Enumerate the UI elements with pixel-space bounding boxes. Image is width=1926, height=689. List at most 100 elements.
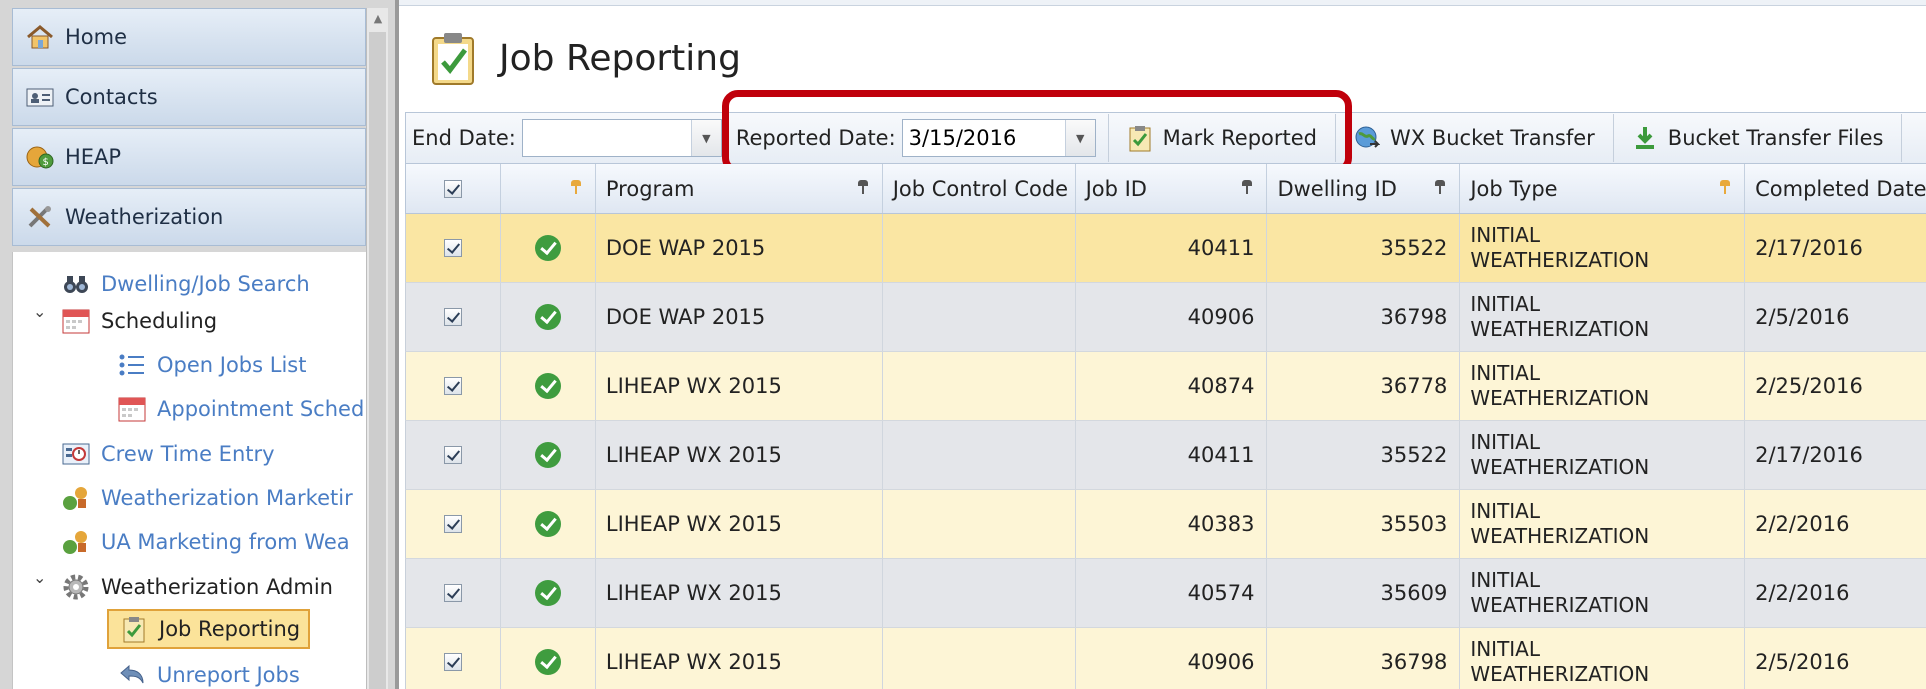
sidebar-item-label: Weatherization Admin	[101, 575, 333, 599]
table-row[interactable]: LIHEAP WX 2015 40874 36778 INITIAL WEATHERIZ…	[405, 352, 1926, 421]
row-checkbox-cell[interactable]	[406, 283, 501, 351]
job-control-code-cell	[883, 352, 1076, 420]
job-type-line: INITIAL	[1470, 568, 1541, 592]
sidebar-item-ua-marketing[interactable]: UA Marketing from Wea	[61, 522, 350, 562]
job-type-line: INITIAL	[1470, 292, 1541, 316]
sidebar-item-label: Weatherization Marketir	[101, 486, 353, 510]
sidebar-scrollbar[interactable]: ▲	[366, 8, 388, 689]
accordion-weatherization[interactable]: Weatherization	[12, 188, 366, 246]
marketing-icon	[61, 528, 91, 556]
sidebar-item-open-jobs-list[interactable]: Open Jobs List	[117, 345, 306, 385]
table-row[interactable]: LIHEAP WX 2015 40574 35609 INITIAL WEATHERIZ…	[405, 559, 1926, 628]
sidebar-item-dwelling-job-search[interactable]: Dwelling/Job Search	[61, 264, 310, 304]
bucket-transfer-files-button[interactable]: Bucket Transfer Files	[1614, 114, 1903, 162]
sidebar-item-weatherization-marketing[interactable]: Weatherization Marketir	[61, 478, 353, 518]
main-panel: Job Reporting End Date: ▼ Reported Date:…	[395, 0, 1926, 689]
job-id-cell: 40574	[1076, 559, 1268, 627]
job-id-column-header[interactable]: Job ID	[1076, 164, 1268, 213]
scrollbar-thumb[interactable]	[369, 32, 386, 689]
filter-pin-icon[interactable]	[857, 180, 868, 194]
sidebar-item-unreport-jobs[interactable]: Unreport Jobs	[117, 655, 300, 689]
row-checkbox[interactable]	[443, 515, 462, 533]
sidebar-item-label: UA Marketing from Wea	[101, 530, 350, 554]
clipboard-check-icon	[119, 615, 149, 643]
job-type-line: WEATHERIZATION	[1470, 662, 1650, 686]
sidebar-item-label: Dwelling/Job Search	[101, 272, 310, 296]
dropdown-arrow-icon[interactable]: ▼	[690, 120, 721, 156]
row-checkbox-cell[interactable]	[406, 352, 501, 420]
job-type-line: WEATHERIZATION	[1470, 317, 1650, 341]
row-checkbox-cell[interactable]	[406, 214, 501, 282]
filter-pin-icon[interactable]	[1242, 180, 1253, 194]
dwelling-id-cell: 35609	[1267, 559, 1461, 627]
sidebar-item-crew-time-entry[interactable]: Crew Time Entry	[61, 434, 275, 474]
mark-reported-button[interactable]: Mark Reported	[1107, 114, 1336, 162]
scroll-up-arrow-icon[interactable]: ▲	[367, 8, 389, 30]
row-checkbox[interactable]	[443, 377, 462, 395]
reported-date-picker[interactable]: ▼	[901, 119, 1096, 157]
accordion-home[interactable]: Home	[12, 8, 366, 66]
job-type-cell: INITIAL WEATHERIZATION	[1460, 352, 1746, 420]
select-all-checkbox[interactable]	[443, 179, 462, 198]
dropdown-arrow-icon[interactable]: ▼	[1064, 120, 1095, 156]
sidebar-item-appointment-schedule[interactable]: Appointment Sched	[117, 389, 364, 429]
reported-date-input[interactable]	[902, 121, 1063, 155]
status-column-header[interactable]	[501, 164, 596, 213]
row-checkbox-cell[interactable]	[406, 628, 501, 689]
contact-card-icon	[25, 84, 55, 110]
table-row[interactable]: LIHEAP WX 2015 40906 36798 INITIAL WEATHERIZ…	[405, 628, 1926, 689]
program-cell: LIHEAP WX 2015	[596, 352, 883, 420]
job-type-line: WEATHERIZATION	[1470, 386, 1650, 410]
download-icon	[1632, 124, 1658, 152]
job-control-code-column-header[interactable]: Job Control Code	[883, 164, 1076, 213]
dwelling-id-column-header[interactable]: Dwelling ID	[1267, 164, 1461, 213]
end-date-input[interactable]	[522, 121, 688, 155]
row-checkbox[interactable]	[443, 308, 462, 326]
job-control-code-cell	[883, 628, 1076, 689]
job-type-column-header[interactable]: Job Type	[1460, 164, 1746, 213]
wx-bucket-transfer-button[interactable]: WX Bucket Transfer	[1336, 114, 1614, 162]
column-label: Job Control Code	[892, 176, 1069, 201]
filter-pin-icon[interactable]	[1720, 180, 1731, 194]
sidebar-item-job-reporting[interactable]: Job Reporting	[107, 609, 311, 649]
calendar-icon	[117, 395, 147, 423]
job-type-line: INITIAL	[1470, 361, 1541, 385]
row-checkbox[interactable]	[443, 584, 462, 602]
program-column-header[interactable]: Program	[596, 164, 883, 213]
collapse-chevron-icon[interactable]: ⌄	[33, 302, 46, 321]
column-label: Job Type	[1470, 176, 1558, 201]
row-checkbox[interactable]	[443, 446, 462, 464]
table-row[interactable]: DOE WAP 2015 40906 36798 INITIAL WEATHERIZAT…	[405, 283, 1926, 352]
row-checkbox-cell[interactable]	[406, 421, 501, 489]
row-checkbox-cell[interactable]	[406, 559, 501, 627]
filter-pin-icon[interactable]	[570, 180, 581, 194]
row-checkbox[interactable]	[443, 239, 462, 257]
end-date-picker[interactable]: ▼	[521, 119, 722, 157]
program-cell: DOE WAP 2015	[596, 283, 883, 351]
completed-date-cell: 2/5/2016	[1745, 628, 1926, 689]
sidebar-item-scheduling[interactable]: Scheduling	[61, 301, 217, 341]
collapse-chevron-icon[interactable]: ⌄	[33, 568, 46, 587]
select-all-checkbox-cell[interactable]	[406, 164, 501, 213]
grid-body: DOE WAP 2015 40411 35522 INITIAL WEATHERIZAT…	[405, 214, 1926, 689]
job-type-cell: INITIAL WEATHERIZATION	[1460, 214, 1746, 282]
sidebar-item-label: Unreport Jobs	[157, 663, 300, 687]
sidebar-item-weatherization-admin[interactable]: Weatherization Admin	[61, 567, 333, 607]
job-type-cell: INITIAL WEATHERIZATION	[1460, 490, 1746, 558]
job-id-cell: 40906	[1076, 283, 1268, 351]
filter-pin-icon[interactable]	[1435, 180, 1446, 194]
accordion-contacts[interactable]: Contacts	[12, 68, 366, 126]
table-row[interactable]: LIHEAP WX 2015 40411 35522 INITIAL WEATHERIZ…	[405, 421, 1926, 490]
job-type-line: WEATHERIZATION	[1470, 455, 1650, 479]
check-circle-icon	[534, 511, 561, 537]
completed-date-column-header[interactable]: Completed Date	[1745, 164, 1926, 213]
job-id-cell: 40874	[1076, 352, 1268, 420]
row-checkbox-cell[interactable]	[406, 490, 501, 558]
status-cell	[501, 421, 596, 489]
row-checkbox[interactable]	[443, 653, 462, 671]
time-entry-icon	[61, 440, 91, 468]
table-row[interactable]: DOE WAP 2015 40411 35522 INITIAL WEATHERIZAT…	[405, 214, 1926, 283]
table-row[interactable]: LIHEAP WX 2015 40383 35503 INITIAL WEATHERIZ…	[405, 490, 1926, 559]
check-circle-icon	[534, 304, 561, 330]
accordion-heap[interactable]: $ HEAP	[12, 128, 366, 186]
